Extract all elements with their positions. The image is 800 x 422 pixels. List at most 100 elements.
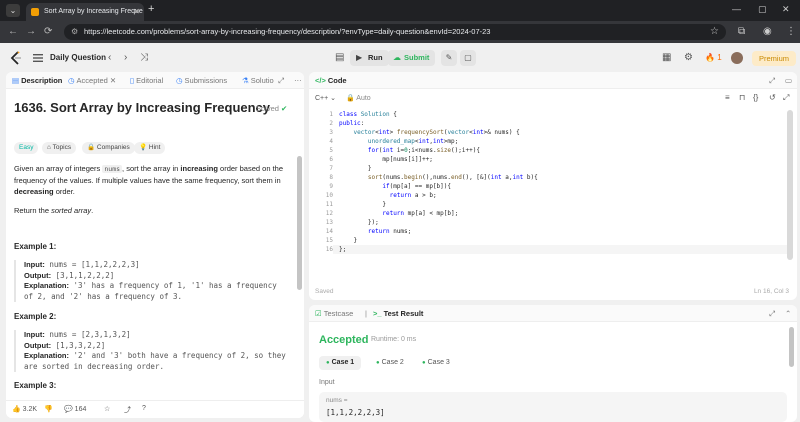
- code-line: class Solution {: [339, 111, 397, 118]
- editor-scrollbar[interactable]: [787, 110, 793, 260]
- share-icon[interactable]: ⤴: [124, 405, 131, 415]
- whiteboard-icon[interactable]: ▢: [460, 50, 476, 66]
- fullscreen-icon[interactable]: ⤢: [783, 93, 789, 103]
- new-tab-icon[interactable]: +: [148, 3, 154, 15]
- description-scrollbar[interactable]: [297, 156, 302, 290]
- settings-gear-icon[interactable]: ⚙: [684, 52, 693, 63]
- lock-icon: 🔒: [346, 95, 355, 102]
- favorite-star-icon[interactable]: ☆: [104, 405, 110, 413]
- code-line: vector<int> frequencySort(vector<int>& n…: [353, 129, 520, 136]
- next-question-icon[interactable]: ›: [124, 52, 127, 63]
- submit-button[interactable]: ☁ Submit: [388, 50, 436, 66]
- companies-tag[interactable]: 🔒 Companies: [82, 142, 135, 154]
- tab-testcase[interactable]: ☑ Testcase: [315, 309, 353, 318]
- collapse-icon[interactable]: ⌃: [785, 309, 791, 318]
- code-editor[interactable]: class Solution { public: vector<int> freq…: [339, 110, 538, 254]
- avatar[interactable]: [731, 52, 743, 64]
- browser-tab[interactable]: Sort Array by Increasing Freque ✕: [26, 3, 144, 21]
- format-icon[interactable]: ≡: [725, 93, 730, 102]
- problem-list-icon[interactable]: [32, 52, 44, 64]
- comment-icon: 💬: [64, 406, 73, 413]
- tab-search-icon[interactable]: ⌄: [6, 4, 20, 17]
- problem-description: Given an array of integers nums, sort th…: [14, 164, 283, 196]
- code-panel: </> Code ⤢ ▭ C++ ⌄ 🔒 Auto ≡ ⊓ {} ↺ ⤢ 1234…: [309, 72, 797, 300]
- thumbs-up-icon: 👍: [12, 406, 21, 413]
- maximize-icon[interactable]: ▢: [758, 4, 767, 15]
- like-button[interactable]: 👍 3.2K: [12, 405, 37, 413]
- reload-icon[interactable]: ⟳: [44, 26, 52, 37]
- debug-icon[interactable]: ▤: [335, 52, 344, 63]
- bookmark-icon[interactable]: ⊓: [739, 93, 745, 102]
- profile-icon[interactable]: ◉: [763, 26, 772, 37]
- lightbulb-icon: 💡: [139, 144, 148, 151]
- code-line: return mp[a] < mp[b];: [382, 210, 459, 217]
- code-brackets-icon: </>: [315, 76, 326, 85]
- leetcode-logo-icon[interactable]: [10, 51, 22, 65]
- code-tab[interactable]: </> Code: [315, 76, 347, 85]
- comments-button[interactable]: 💬 164: [64, 405, 86, 413]
- flask-icon: ⚗: [242, 76, 249, 85]
- inline-code: nums: [102, 165, 123, 173]
- expand-icon[interactable]: ⤢: [278, 76, 284, 86]
- minimize-icon[interactable]: —: [732, 4, 741, 14]
- daily-question-link[interactable]: Daily Question: [50, 53, 106, 62]
- collapse-icon[interactable]: ▭: [785, 76, 792, 85]
- run-button[interactable]: ▶ Run: [350, 50, 389, 66]
- return-statement: Return the sorted array.: [14, 206, 94, 215]
- expand-icon[interactable]: ⤢: [769, 309, 775, 319]
- fire-icon: 🔥: [705, 53, 715, 62]
- help-icon[interactable]: ?: [142, 405, 146, 412]
- hint-tag[interactable]: 💡 Hint: [134, 142, 166, 154]
- back-icon[interactable]: ←: [8, 26, 18, 37]
- site-info-icon[interactable]: ⚙: [71, 24, 78, 40]
- auto-mode[interactable]: 🔒 Auto: [346, 94, 371, 102]
- case-1-button[interactable]: ● Case 1: [319, 356, 362, 370]
- close-window-icon[interactable]: ✕: [782, 4, 790, 15]
- input-name: nums =: [326, 397, 348, 404]
- code-line: mp[nums[i]]++;: [339, 156, 433, 163]
- premium-button[interactable]: Premium: [752, 51, 797, 66]
- tab-accepted[interactable]: ◷ Accepted ✕: [68, 76, 116, 85]
- code-line: public:: [339, 120, 365, 127]
- code-line: return a > b;: [389, 192, 437, 199]
- previous-question-icon[interactable]: ‹: [108, 52, 111, 63]
- url-input[interactable]: ⚙ https://leetcode.com/problems/sort-arr…: [64, 24, 726, 40]
- notes-icon[interactable]: ✎: [441, 50, 457, 66]
- menu-icon[interactable]: ⋮: [786, 26, 796, 37]
- leetcode-header: Daily Question ‹ › ⤨ ▤ ▶ Run ☁ Submit ✎ …: [0, 43, 800, 73]
- result-scrollbar[interactable]: [789, 327, 794, 367]
- pass-dot-icon: ●: [376, 360, 380, 366]
- tab-test-result[interactable]: >_ Test Result: [373, 309, 423, 318]
- tab-submissions[interactable]: ◷ Submissions: [176, 76, 227, 85]
- code-header: </> Code ⤢ ▭: [309, 72, 797, 89]
- lock-icon: 🔒: [87, 144, 96, 151]
- topics-tag[interactable]: ⌂ Topics: [42, 142, 77, 154]
- close-tab-icon[interactable]: ✕: [133, 3, 140, 21]
- case-2-button[interactable]: ● Case 2: [369, 356, 411, 370]
- reset-icon[interactable]: ↺: [769, 93, 776, 102]
- code-line: }: [339, 237, 358, 244]
- expand-icon[interactable]: ⤢: [769, 76, 775, 86]
- document-icon: ▤: [12, 76, 20, 85]
- bookmark-star-icon[interactable]: ☆: [710, 26, 719, 37]
- case-3-button[interactable]: ● Case 3: [415, 356, 457, 370]
- tab-description[interactable]: ▤ Description: [12, 76, 62, 85]
- terminal-icon: >_: [373, 309, 382, 318]
- code-line: sort(nums.begin(),nums.end(), [&](int a,…: [367, 174, 538, 181]
- shuffle-icon[interactable]: ⤨: [140, 52, 148, 63]
- cursor-position: Ln 16, Col 3: [753, 288, 789, 295]
- streak-counter[interactable]: 🔥 1: [705, 53, 722, 62]
- tab-editorial[interactable]: ▯ Editorial: [130, 76, 163, 85]
- layout-icon[interactable]: ▦: [662, 52, 671, 63]
- input-value: [1,1,2,2,2,3]: [326, 408, 385, 417]
- code-line: }: [339, 165, 372, 172]
- dislike-icon[interactable]: 👎: [44, 405, 53, 413]
- forward-icon[interactable]: →: [26, 26, 36, 37]
- extensions-icon[interactable]: ⧉: [738, 26, 745, 37]
- language-select[interactable]: C++ ⌄: [315, 94, 336, 102]
- more-icon[interactable]: ⋯: [294, 76, 302, 85]
- tab-solutions[interactable]: ⚗ Solutio: [242, 76, 274, 85]
- braces-icon[interactable]: {}: [753, 93, 758, 102]
- description-panel: ▤ Description ◷ Accepted ✕ ▯ Editorial ◷ Sub…: [6, 72, 304, 418]
- tab-divider: |: [365, 309, 367, 318]
